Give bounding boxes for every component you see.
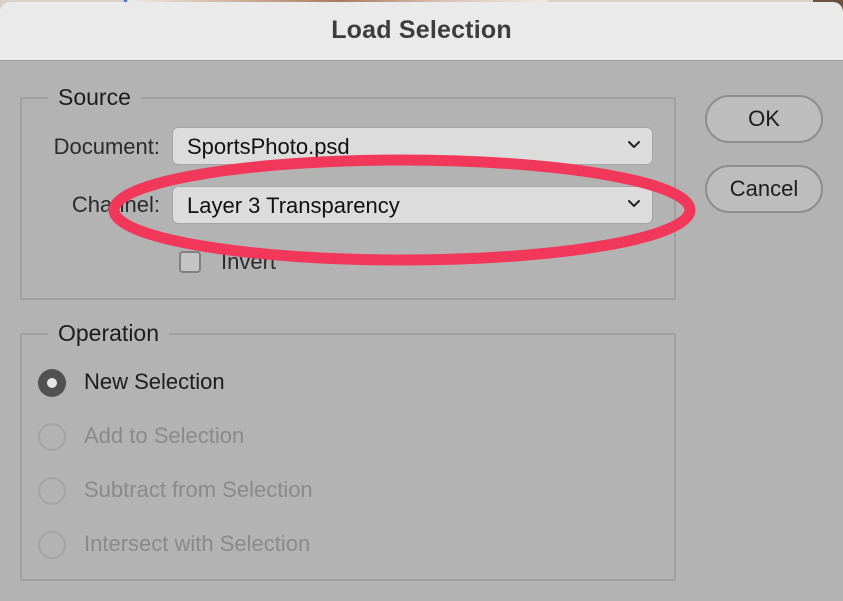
radio-label: New Selection bbox=[84, 369, 225, 394]
chevron-down-icon bbox=[628, 141, 640, 148]
radio-label: Intersect with Selection bbox=[84, 531, 311, 556]
chevron-down-icon bbox=[628, 200, 640, 207]
source-legend: Source bbox=[58, 84, 131, 110]
dialog-title: Load Selection bbox=[331, 16, 512, 44]
load-selection-dialog: Source Document: SportsPhoto.psd Channel… bbox=[0, 61, 843, 601]
ok-button[interactable]: OK bbox=[705, 95, 823, 143]
channel-select[interactable]: Layer 3 Transparency bbox=[172, 186, 653, 224]
document-select-value: SportsPhoto.psd bbox=[187, 134, 350, 159]
invert-checkbox[interactable] bbox=[179, 251, 201, 273]
title-bar: Load Selection bbox=[0, 2, 843, 61]
invert-label: Invert bbox=[221, 249, 277, 274]
channel-select-value: Layer 3 Transparency bbox=[187, 193, 400, 218]
cancel-button[interactable]: Cancel bbox=[705, 165, 823, 213]
document-label: Document: bbox=[53, 134, 160, 159]
radio-button-selected[interactable] bbox=[38, 369, 66, 397]
radio-button[interactable] bbox=[38, 423, 66, 451]
document-select[interactable]: SportsPhoto.psd bbox=[172, 127, 653, 165]
radio-button[interactable] bbox=[38, 531, 66, 559]
operation-legend: Operation bbox=[58, 320, 160, 346]
radio-button[interactable] bbox=[38, 477, 66, 505]
radio-label: Add to Selection bbox=[84, 423, 245, 448]
channel-label: Channel: bbox=[71, 192, 160, 217]
radio-label: Subtract from Selection bbox=[84, 477, 313, 502]
